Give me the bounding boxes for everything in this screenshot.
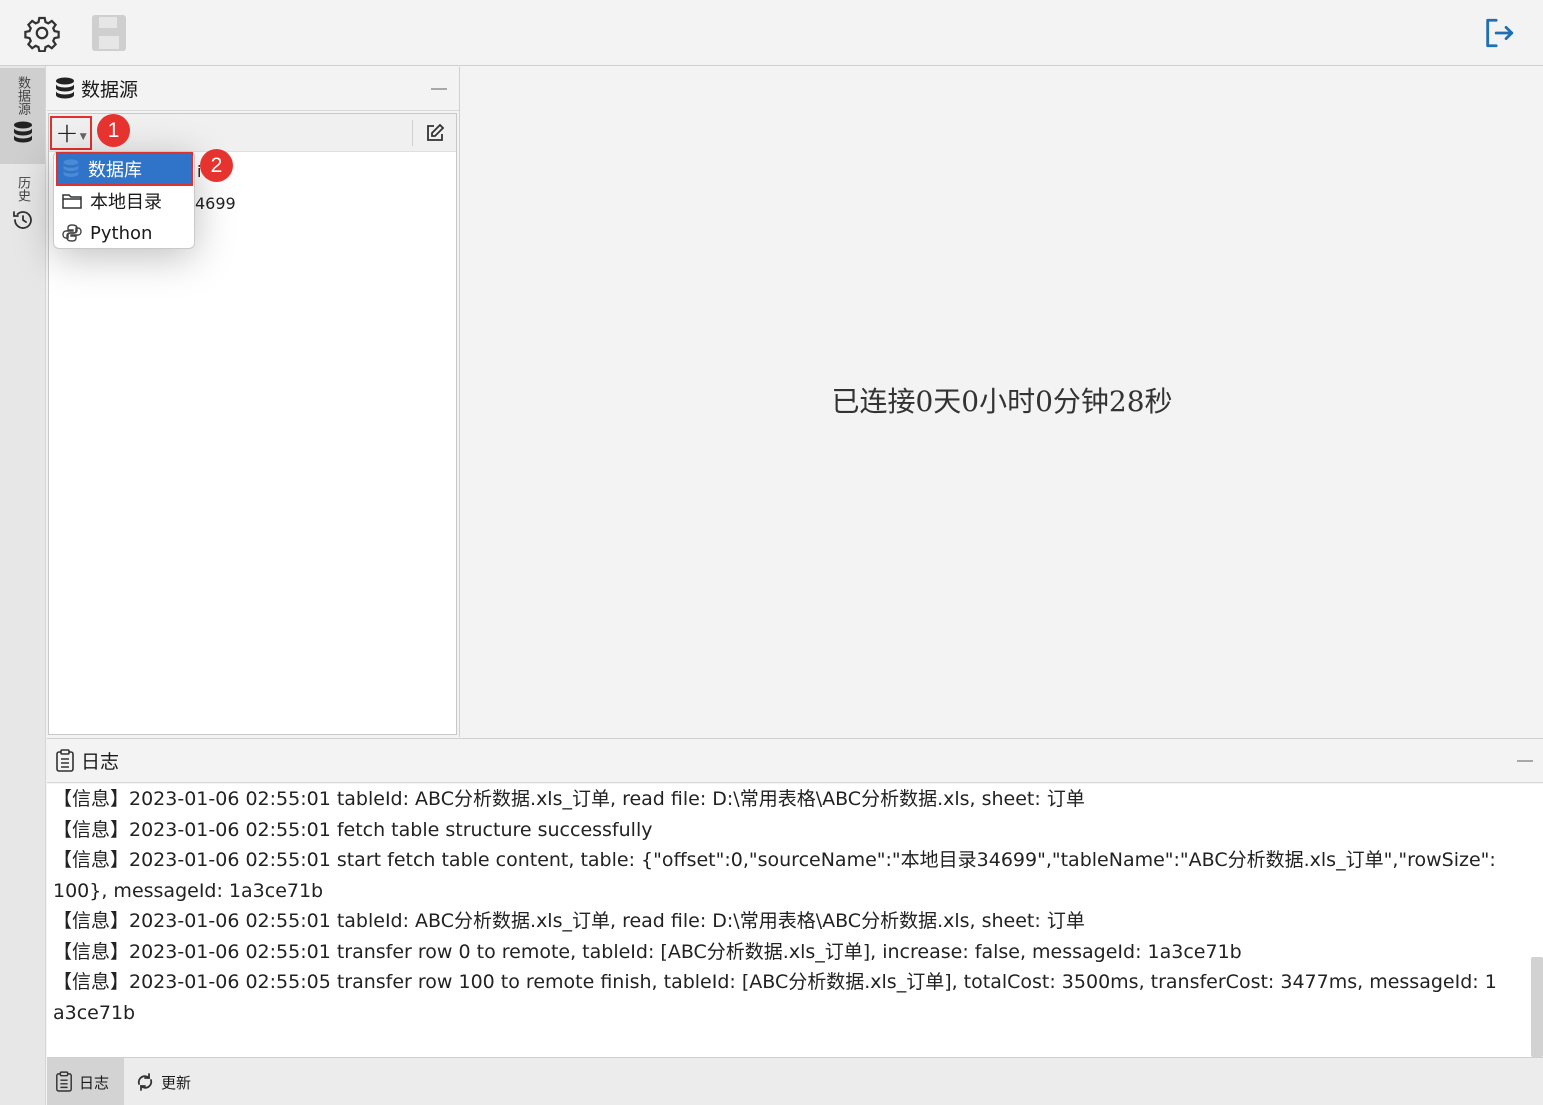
side-tab-strip: 数据源 历史 [0,66,46,1105]
side-tab-datasource[interactable]: 数据源 [0,68,45,164]
log-panel-header: 日志 [47,739,1543,783]
tab-label: 更新 [161,1073,192,1092]
log-panel: 日志 【信息】2023-01-06 02:55:01 tableId: ABC分… [47,738,1543,1057]
tab-log[interactable]: 日志 [47,1058,124,1105]
log-content: 【信息】2023-01-06 02:55:01 tableId: ABC分析数据… [47,784,1543,1057]
gear-icon [24,16,60,52]
step-badge-1: 1 [97,114,130,147]
log-line: 【信息】2023-01-06 02:55:01 fetch table stru… [53,818,653,841]
edit-button[interactable] [423,121,447,145]
side-tab-label: 数据源 [15,76,30,115]
menu-item-database[interactable]: 数据库 [56,152,193,186]
toolbar-divider [412,120,413,146]
side-tab-history[interactable]: 历史 [0,170,45,246]
datasource-panel-header: 数据源 [47,67,459,111]
side-tab-label: 历史 [15,176,30,202]
menu-item-local-directory[interactable]: 本地目录 [58,186,191,216]
clipboard-icon [56,1071,72,1092]
minimize-button[interactable] [1517,760,1533,762]
save-button[interactable] [89,13,129,53]
add-datasource-button[interactable]: + ▼ [50,116,92,150]
connection-status: 已连接0天0小时0分钟28秒 [831,385,1173,418]
edit-icon [427,123,445,141]
logout-button[interactable] [1479,13,1519,53]
add-datasource-menu: 数据库 本地目录 Python [53,151,195,249]
main-content: 已连接0天0小时0分钟28秒 [461,67,1543,737]
panel-title: 数据源 [81,79,139,101]
log-line: 【信息】2023-01-06 02:55:01 tableId: ABC分析数据… [53,788,1085,810]
logout-icon [1486,18,1514,48]
tree-item-partial[interactable]: 4699 [195,194,236,213]
dropdown-caret-icon: ▼ [79,132,87,142]
database-icon [63,159,79,177]
log-line: 【信息】2023-01-06 02:55:05 transfer row 100… [53,971,1497,1024]
clipboard-icon [56,748,74,772]
database-icon [56,77,74,98]
history-icon [12,211,32,229]
update-icon [137,1073,153,1091]
log-line: 【信息】2023-01-06 02:55:01 start fetch tabl… [53,849,1496,902]
settings-button[interactable] [22,13,62,53]
tab-update[interactable]: 更新 [127,1058,207,1105]
save-icon [92,15,126,51]
menu-item-label: 本地目录 [90,192,162,213]
menu-item-python[interactable]: Python [58,218,191,248]
log-scrollbar[interactable] [1531,957,1543,1057]
log-line: 【信息】2023-01-06 02:55:01 tableId: ABC分析数据… [53,910,1085,932]
menu-item-label: 数据库 [88,160,142,181]
plus-icon: + [55,116,79,149]
python-icon [62,224,82,242]
minimize-button[interactable] [431,88,447,90]
database-icon [13,121,32,143]
bottom-tab-bar: 日志 更新 [47,1057,1543,1105]
top-toolbar [0,0,1543,66]
panel-title: 日志 [81,751,120,773]
folder-icon [62,194,82,209]
menu-item-label: Python [90,222,153,244]
log-line: 【信息】2023-01-06 02:55:01 transfer row 0 t… [53,940,1242,963]
tab-label: 日志 [79,1073,110,1092]
step-badge-2: 2 [200,149,233,182]
